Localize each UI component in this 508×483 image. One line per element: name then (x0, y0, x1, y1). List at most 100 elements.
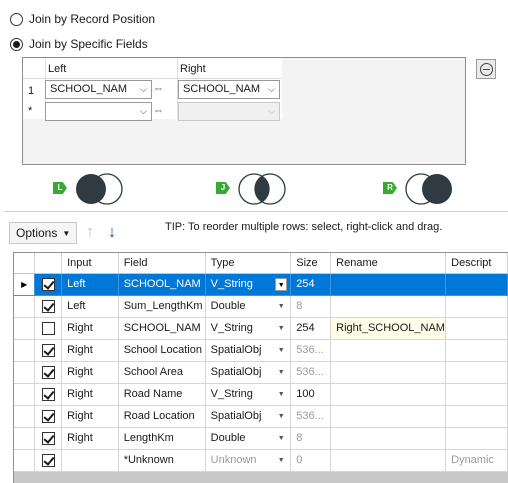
left-field-select-new[interactable]: ⌵ (45, 102, 152, 121)
col-header-size[interactable]: Size (290, 253, 332, 274)
left-field-value: SCHOOL_NAM (50, 83, 128, 95)
dropdown-arrow-icon[interactable]: ▼ (275, 454, 287, 467)
description-cell[interactable] (445, 295, 508, 318)
size-cell[interactable]: 536... (290, 339, 332, 362)
size-cell[interactable]: 254 (290, 273, 332, 296)
field-checkbox[interactable] (41, 453, 55, 467)
field-cell[interactable]: SCHOOL_NAM (118, 317, 206, 340)
move-up-button[interactable]: ↑ (80, 222, 100, 242)
table-row[interactable]: ▶ Left SCHOOL_NAM V_String ▼ 254 (14, 273, 508, 296)
dropdown-arrow-icon[interactable]: ▼ (275, 366, 287, 379)
size-cell[interactable]: 8 (290, 295, 332, 318)
rename-cell[interactable] (330, 273, 447, 296)
join-by-fields-radio[interactable]: Join by Specific Fields (10, 37, 148, 51)
field-checkbox[interactable] (41, 343, 55, 357)
col-header-type[interactable]: Type (205, 253, 292, 274)
rename-cell[interactable]: Right_SCHOOL_NAM (330, 317, 447, 340)
radio-circle-selected[interactable] (10, 37, 23, 51)
description-cell[interactable] (445, 317, 508, 340)
remove-join-button[interactable] (476, 59, 496, 79)
description-cell[interactable] (445, 361, 508, 384)
size-cell[interactable]: 254 (290, 317, 332, 340)
type-cell[interactable]: V_String ▼ (205, 383, 292, 406)
dropdown-arrow-icon[interactable]: ▼ (275, 410, 287, 423)
table-row[interactable]: Left Sum_LengthKm Double ▼ 8 (14, 295, 508, 318)
type-cell[interactable]: V_String ▼ (205, 273, 292, 296)
type-cell[interactable]: Double ▼ (205, 295, 292, 318)
table-row[interactable]: Right Road Location SpatialObj ▼ 536... (14, 405, 508, 428)
join-by-position-radio[interactable]: Join by Record Position (10, 12, 155, 26)
field-checkbox[interactable] (41, 299, 55, 313)
col-header-description[interactable]: Descript (445, 253, 508, 274)
type-cell[interactable]: V_String ▼ (205, 317, 292, 340)
description-cell[interactable]: Dynamic (445, 449, 508, 472)
field-checkbox[interactable] (41, 387, 55, 401)
venn-right-icon (405, 173, 452, 205)
field-cell[interactable]: LengthKm (118, 427, 206, 450)
size-cell[interactable]: 100 (290, 383, 332, 406)
dropdown-arrow-icon[interactable]: ▼ (275, 432, 287, 445)
input-cell: Left (61, 295, 119, 318)
field-cell[interactable]: SCHOOL_NAM (118, 273, 206, 296)
field-checkbox[interactable] (41, 431, 55, 445)
dropdown-arrow-icon[interactable]: ▼ (275, 344, 287, 357)
size-cell[interactable]: 0 (290, 449, 332, 472)
col-header-rename[interactable]: Rename (330, 253, 447, 274)
type-cell[interactable]: SpatialObj ▼ (205, 361, 292, 384)
field-checkbox[interactable] (41, 321, 55, 335)
rename-cell[interactable] (330, 449, 447, 472)
type-cell[interactable]: Double ▼ (205, 427, 292, 450)
table-row[interactable]: Right School Area SpatialObj ▼ 536... (14, 361, 508, 384)
field-cell[interactable]: School Location (118, 339, 206, 362)
size-cell[interactable]: 536... (290, 361, 332, 384)
dropdown-arrow-icon[interactable]: ▼ (275, 322, 287, 335)
join-fields-panel: Left Right 1 SCHOOL_NAM ⌵ ⇔ SCHOOL_NAM ⌵… (22, 57, 466, 165)
type-cell[interactable]: SpatialObj ▼ (205, 405, 292, 428)
col-header-input[interactable]: Input (61, 253, 119, 274)
table-row[interactable]: Right Road Name V_String ▼ 100 (14, 383, 508, 406)
rename-cell[interactable] (330, 295, 447, 318)
options-button[interactable]: Options ▼ (9, 222, 78, 244)
arrow-down-icon: ↓ (107, 222, 117, 241)
description-cell[interactable] (445, 427, 508, 450)
table-row[interactable]: Right SCHOOL_NAM V_String ▼ 254 Right_SCH… (14, 317, 508, 340)
col-header-field[interactable]: Field (118, 253, 206, 274)
description-cell[interactable] (445, 405, 508, 428)
rename-cell[interactable] (330, 405, 447, 428)
radio-circle[interactable] (10, 12, 23, 26)
table-row[interactable]: Right School Location SpatialObj ▼ 536... (14, 339, 508, 362)
dropdown-arrow-icon[interactable]: ▼ (275, 300, 287, 313)
table-row[interactable]: Right LengthKm Double ▼ 8 (14, 427, 508, 450)
description-cell[interactable] (445, 273, 508, 296)
input-cell: Left (61, 273, 119, 296)
size-cell[interactable]: 536... (290, 405, 332, 428)
description-cell[interactable] (445, 383, 508, 406)
type-cell[interactable]: SpatialObj ▼ (205, 339, 292, 362)
field-cell[interactable]: School Area (118, 361, 206, 384)
field-checkbox[interactable] (41, 277, 55, 291)
rename-cell[interactable] (330, 427, 447, 450)
move-down-button[interactable]: ↓ (102, 222, 122, 242)
table-row[interactable]: *Unknown Unknown ▼ 0 Dynamic (14, 449, 508, 472)
rename-cell[interactable] (330, 361, 447, 384)
new-row-marker: * (28, 105, 33, 117)
field-checkbox[interactable] (41, 409, 55, 423)
field-cell[interactable]: Sum_LengthKm (118, 295, 206, 318)
size-cell[interactable]: 8 (290, 427, 332, 450)
dropdown-arrow-icon[interactable]: ▼ (275, 388, 287, 401)
field-cell[interactable]: Road Name (118, 383, 206, 406)
input-cell (61, 449, 119, 472)
minus-circle-icon (479, 62, 493, 76)
left-field-select[interactable]: SCHOOL_NAM ⌵ (45, 80, 152, 99)
type-cell[interactable]: Unknown ▼ (205, 449, 292, 472)
field-checkbox[interactable] (41, 365, 55, 379)
rename-cell[interactable] (330, 339, 447, 362)
right-field-select[interactable]: SCHOOL_NAM ⌵ (178, 80, 280, 99)
description-cell[interactable] (445, 339, 508, 362)
field-cell[interactable]: Road Location (118, 405, 206, 428)
rename-cell[interactable] (330, 383, 447, 406)
join-badge: J (216, 182, 230, 194)
dropdown-arrow-icon[interactable]: ▼ (275, 277, 288, 291)
section-divider (4, 211, 508, 212)
field-cell[interactable]: *Unknown (118, 449, 206, 472)
